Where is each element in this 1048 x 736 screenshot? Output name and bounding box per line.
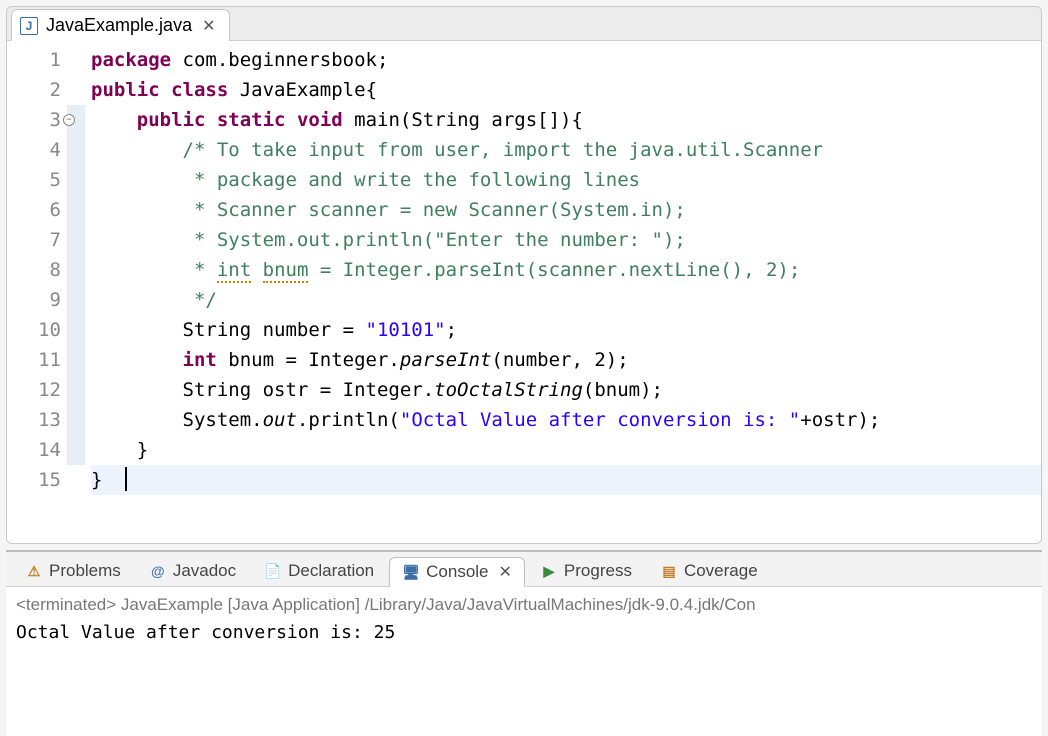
line-number: 1 (7, 45, 61, 75)
line-number: 15 (7, 465, 61, 495)
view-tab-label: Problems (49, 561, 121, 581)
view-tab-coverage[interactable]: ▤ Coverage (647, 556, 771, 586)
progress-icon: ▶ (540, 562, 558, 580)
line-number-gutter: 123−456789101112131415 (7, 45, 67, 543)
line-number: 4 (7, 135, 61, 165)
line-number: 13 (7, 405, 61, 435)
fold-toggle-icon[interactable]: − (63, 114, 75, 126)
line-number: 6 (7, 195, 61, 225)
console-icon: 🖥 (402, 563, 420, 581)
code-line[interactable]: package com.beginnersbook; (91, 45, 1041, 75)
code-line[interactable]: * package and write the following lines (91, 165, 1041, 195)
code-line[interactable]: } (91, 465, 1041, 495)
margin-marker (67, 225, 85, 255)
view-tab-problems[interactable]: ⚠ Problems (12, 556, 134, 586)
code-line[interactable]: int bnum = Integer.parseInt(number, 2); (91, 345, 1041, 375)
margin-marker (67, 255, 85, 285)
javadoc-icon: @ (149, 562, 167, 580)
view-tab-label: Coverage (684, 561, 758, 581)
line-number: 8 (7, 255, 61, 285)
problems-icon: ⚠ (25, 562, 43, 580)
margin-marker (67, 345, 85, 375)
line-number: 5 (7, 165, 61, 195)
declaration-icon: 📄 (264, 562, 282, 580)
margin-marker (67, 285, 85, 315)
view-tab-progress[interactable]: ▶ Progress (527, 556, 645, 586)
coverage-icon: ▤ (660, 562, 678, 580)
line-number: 10 (7, 315, 61, 345)
editor-tab-bar: J JavaExample.java ✕ (7, 7, 1041, 41)
margin-marker (67, 195, 85, 225)
margin-marker (67, 75, 85, 105)
line-number: 12 (7, 375, 61, 405)
editor-tab[interactable]: J JavaExample.java ✕ (11, 9, 230, 41)
line-number: 3− (7, 105, 61, 135)
text-cursor (125, 467, 127, 491)
view-tab-label: Declaration (288, 561, 374, 581)
code-line[interactable]: System.out.println("Octal Value after co… (91, 405, 1041, 435)
code-line[interactable]: } (91, 435, 1041, 465)
code-line[interactable]: * int bnum = Integer.parseInt(scanner.ne… (91, 255, 1041, 285)
code-line[interactable]: /* To take input from user, import the j… (91, 135, 1041, 165)
margin-marker (67, 375, 85, 405)
margin-marker (67, 135, 85, 165)
code-line[interactable]: * Scanner scanner = new Scanner(System.i… (91, 195, 1041, 225)
view-tab-label: Console (426, 562, 488, 582)
margin-marker (67, 435, 85, 465)
editor-tab-label: JavaExample.java (46, 15, 192, 36)
margin-marker (67, 405, 85, 435)
code-editor[interactable]: 123−456789101112131415 package com.begin… (7, 41, 1041, 543)
code-line[interactable]: */ (91, 285, 1041, 315)
java-file-icon: J (20, 17, 38, 35)
code-line[interactable]: * System.out.println("Enter the number: … (91, 225, 1041, 255)
code-content[interactable]: package com.beginnersbook;public class J… (85, 45, 1041, 543)
console-text-line: Octal Value after conversion is: 25 (16, 619, 1032, 647)
console-output[interactable]: <terminated> JavaExample [Java Applicati… (6, 587, 1042, 736)
editor-panel: J JavaExample.java ✕ 123−456789101112131… (6, 6, 1042, 544)
code-line[interactable]: String ostr = Integer.toOctalString(bnum… (91, 375, 1041, 405)
console-process-line: <terminated> JavaExample [Java Applicati… (16, 591, 1032, 619)
line-number: 11 (7, 345, 61, 375)
line-number: 7 (7, 225, 61, 255)
view-tab-declaration[interactable]: 📄 Declaration (251, 556, 387, 586)
margin-marker (67, 45, 85, 75)
code-line[interactable]: String number = "10101"; (91, 315, 1041, 345)
bottom-panel: ⚠ Problems @ Javadoc 📄 Declaration 🖥 Console ✕ ▶ P… (6, 550, 1042, 736)
margin-marker (67, 315, 85, 345)
close-icon[interactable]: ✕ (200, 16, 217, 36)
view-tab-label: Javadoc (173, 561, 236, 581)
close-icon[interactable]: ✕ (499, 562, 512, 582)
code-line[interactable]: public class JavaExample{ (91, 75, 1041, 105)
view-tab-label: Progress (564, 561, 632, 581)
view-tab-bar: ⚠ Problems @ Javadoc 📄 Declaration 🖥 Console ✕ ▶ P… (6, 552, 1042, 587)
code-line[interactable]: public static void main(String args[]){ (91, 105, 1041, 135)
view-tab-console[interactable]: 🖥 Console ✕ (389, 557, 525, 587)
margin-marker (67, 465, 85, 495)
line-number: 14 (7, 435, 61, 465)
view-tab-javadoc[interactable]: @ Javadoc (136, 556, 249, 586)
margin-marker (67, 165, 85, 195)
line-number: 2 (7, 75, 61, 105)
line-number: 9 (7, 285, 61, 315)
